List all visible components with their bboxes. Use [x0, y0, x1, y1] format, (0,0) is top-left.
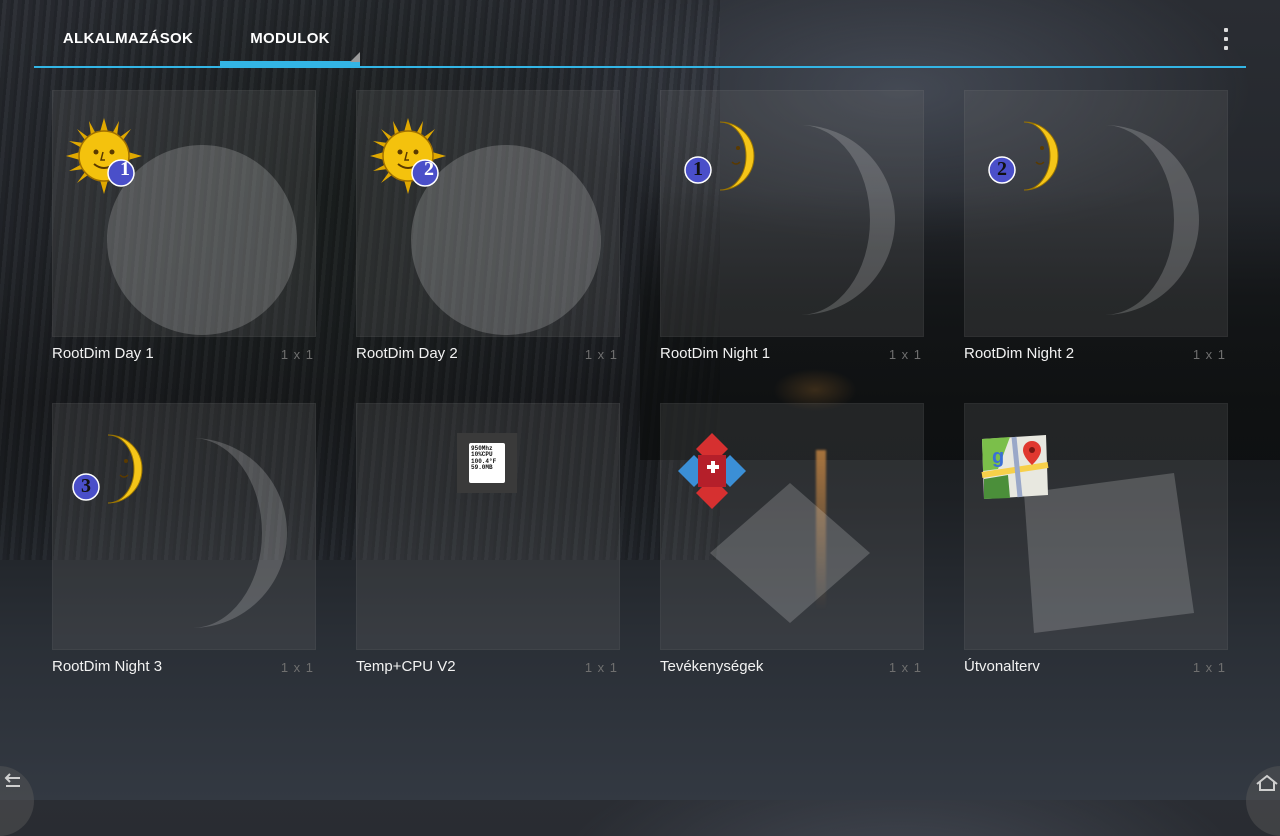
night-badge-3: 3: [81, 475, 91, 497]
night-badge-1: 1: [693, 158, 703, 180]
memory: 59.0MB: [471, 464, 493, 472]
widget-name: RootDim Day 1: [52, 345, 154, 362]
widget-tile-activities[interactable]: Tevékenységek 1 x 1: [660, 403, 924, 693]
google-maps-icon: g: [981, 435, 1049, 499]
widget-preview: 1: [52, 90, 316, 337]
widget-size: 1 x 1: [584, 347, 618, 362]
day-badge-1: 1: [120, 158, 130, 180]
widget-size: 1 x 1: [1192, 660, 1226, 675]
widget-name: RootDim Night 2: [964, 345, 1075, 362]
widget-size: 1 x 1: [888, 660, 922, 675]
puzzle-cross-icon: [678, 433, 746, 509]
moon-face-1-icon: [684, 121, 755, 191]
tab-widgets-label: MODULOK: [250, 30, 330, 47]
tab-widgets[interactable]: MODULOK: [220, 0, 360, 66]
widget-preview: 950Mhz 10%CPU 100.4°F 59.0MB: [356, 403, 620, 650]
widget-name: Útvonalterv: [964, 658, 1040, 675]
widget-size: 1 x 1: [584, 660, 618, 675]
widget-tile-temp-cpu[interactable]: 950Mhz 10%CPU 100.4°F 59.0MB Temp+CPU V2…: [356, 403, 620, 693]
widget-preview: 1: [660, 90, 924, 337]
moon-face-2-icon: [988, 121, 1059, 191]
widget-tile-rootdim-night-1[interactable]: 1 RootDim Night 1 1 x 1: [660, 90, 924, 380]
widget-tile-rootdim-day-1[interactable]: 1 RootDim Day 1 1 x 1: [52, 90, 316, 380]
widget-tile-rootdim-day-2[interactable]: 2 RootDim Day 2 1 x 1: [356, 90, 620, 380]
tab-apps[interactable]: ALKALMAZÁSOK: [48, 0, 208, 66]
home-button[interactable]: [1246, 766, 1280, 836]
widget-name: Tevékenységek: [660, 658, 764, 675]
widget-preview: 2: [356, 90, 620, 337]
tab-bar-divider: [34, 66, 1246, 68]
widget-size: 1 x 1: [1192, 347, 1226, 362]
widget-size: 1 x 1: [888, 347, 922, 362]
widget-name: RootDim Night 1: [660, 345, 771, 362]
widget-preview: g: [964, 403, 1228, 650]
day-badge-2: 2: [424, 158, 434, 180]
widget-name: Temp+CPU V2: [356, 658, 456, 675]
widget-name: RootDim Day 2: [356, 345, 458, 362]
tab-corner-mark: [350, 52, 360, 62]
night-badge-2: 2: [997, 158, 1007, 180]
widget-size: 1 x 1: [280, 347, 314, 362]
widget-tile-directions[interactable]: g Útvonalterv 1 x 1: [964, 403, 1228, 693]
widget-tile-rootdim-night-2[interactable]: 2 RootDim Night 2 1 x 1: [964, 90, 1228, 380]
back-button[interactable]: [0, 766, 34, 836]
tab-bar: ALKALMAZÁSOK MODULOK: [34, 0, 1246, 68]
sun-face-2-icon: [370, 118, 446, 194]
home-icon: [1256, 774, 1278, 791]
widget-tile-rootdim-night-3[interactable]: 3 RootDim Night 3 1 x 1: [52, 403, 316, 693]
sun-face-1-icon: [66, 118, 142, 194]
widget-preview: 3: [52, 403, 316, 650]
back-arrow-icon: [4, 773, 20, 787]
widget-name: RootDim Night 3: [52, 658, 163, 675]
widget-preview: [660, 403, 924, 650]
svg-text:g: g: [992, 446, 1004, 468]
widget-preview: 2: [964, 90, 1228, 337]
overflow-menu-icon[interactable]: [1218, 26, 1234, 52]
widget-size: 1 x 1: [280, 660, 314, 675]
temp-cpu-widget-icon: 950Mhz 10%CPU 100.4°F 59.0MB: [457, 433, 517, 493]
